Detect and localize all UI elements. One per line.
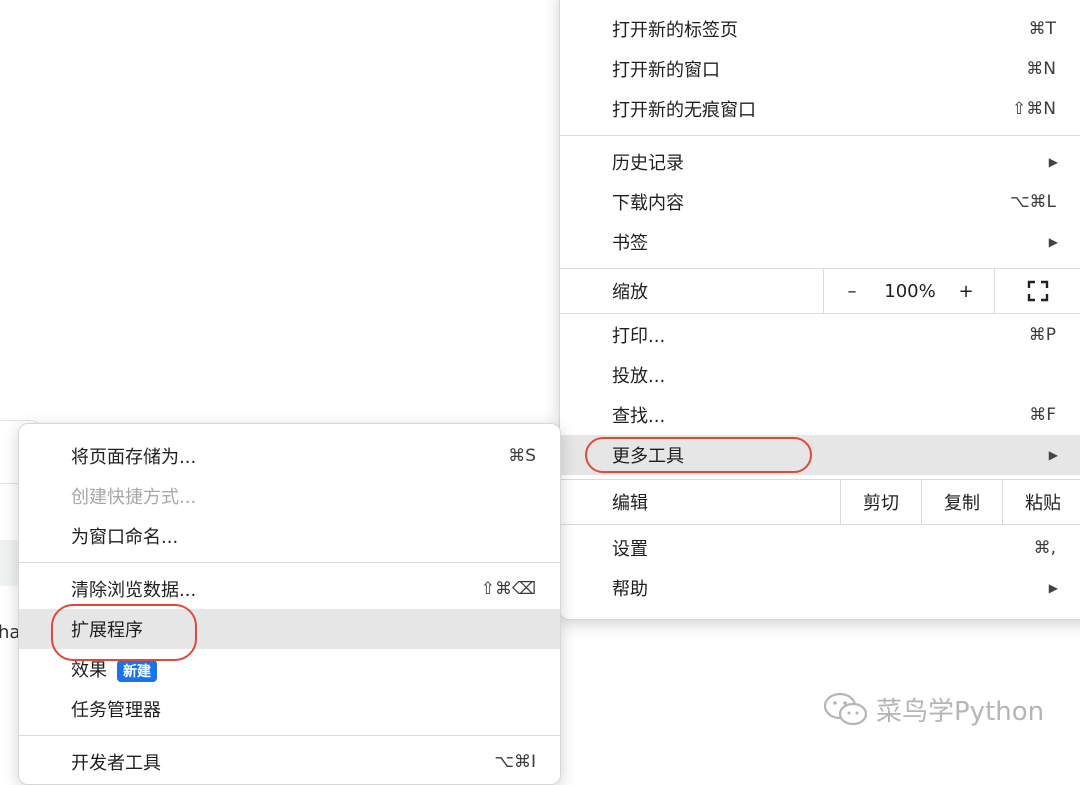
shortcut-text: ⇧⌘N [1012, 99, 1056, 119]
menu-item-downloads[interactable]: 下载内容 ⌥⌘L [560, 182, 1080, 222]
submenu-item-task-manager[interactable]: 任务管理器 [19, 689, 560, 729]
menu-divider [560, 135, 1080, 136]
menu-item-find[interactable]: 查找... ⌘F [560, 395, 1080, 435]
menu-item-label: 为窗口命名... [71, 527, 179, 548]
shortcut-text: ⌥⌘I [494, 752, 536, 772]
paste-button[interactable]: 粘贴 [1003, 480, 1080, 524]
watermark: 菜鸟学Python [822, 690, 1044, 728]
chevron-right-icon: ▶ [1048, 448, 1058, 462]
menu-item-new-incognito[interactable]: 打开新的无痕窗口 ⇧⌘N [560, 89, 1080, 129]
shortcut-text: ⌘T [1028, 19, 1056, 39]
menu-item-label: 查找... [612, 406, 666, 427]
menu-item-label: 下载内容 [612, 193, 684, 214]
watermark-text: 菜鸟学Python [876, 696, 1045, 727]
menu-item-label: 创建快捷方式... [71, 487, 197, 508]
edit-label: 编辑 [612, 493, 648, 514]
menu-item-label: 打开新的窗口 [612, 60, 720, 81]
menu-item-label: 书签 [612, 233, 648, 254]
shortcut-text: ⌘P [1028, 325, 1056, 345]
menu-item-label: 将页面存储为... [71, 447, 197, 468]
fullscreen-button[interactable] [995, 269, 1080, 313]
menu-item-label: 打开新的无痕窗口 [612, 100, 756, 121]
menu-item-label: 投放... [612, 366, 666, 387]
submenu-item-name-window[interactable]: 为窗口命名... [19, 516, 560, 556]
menu-divider [560, 313, 1080, 314]
menu-item-label: 打开新的标签页 [612, 20, 738, 41]
menu-item-label: 设置 [612, 539, 648, 560]
menu-item-help[interactable]: 帮助 ▶ [560, 568, 1080, 608]
shortcut-text: ⌘F [1029, 405, 1056, 425]
menu-item-label: 任务管理器 [71, 700, 161, 721]
highlight-oval-extensions [51, 604, 197, 661]
menu-divider [19, 735, 560, 736]
menu-item-history[interactable]: 历史记录 ▶ [560, 142, 1080, 182]
menu-item-bookmarks[interactable]: 书签 ▶ [560, 222, 1080, 262]
effects-text: 效果 [71, 660, 107, 681]
chevron-right-icon: ▶ [1048, 581, 1058, 595]
chevron-right-icon: ▶ [1048, 155, 1058, 169]
menu-divider [560, 524, 1080, 525]
shortcut-text: ⇧⌘⌫ [480, 579, 536, 599]
menu-divider [19, 562, 560, 563]
wechat-icon [823, 692, 868, 726]
fullscreen-icon [1027, 280, 1049, 302]
main-menu: 打开新的标签页 ⌘T 打开新的窗口 ⌘N 打开新的无痕窗口 ⇧⌘N 历史记录 ▶… [559, 0, 1080, 620]
menu-item-new-tab[interactable]: 打开新的标签页 ⌘T [560, 9, 1080, 49]
submenu-item-dev-tools[interactable]: 开发者工具 ⌥⌘I [19, 742, 560, 782]
menu-item-label: 打印... [612, 326, 666, 347]
highlight-oval-more-tools [585, 437, 812, 473]
menu-item-new-window[interactable]: 打开新的窗口 ⌘N [560, 49, 1080, 89]
menu-item-label: 清除浏览数据... [71, 580, 197, 601]
menu-item-label: 开发者工具 [71, 753, 161, 774]
shortcut-text: ⌥⌘L [1009, 192, 1056, 212]
copy-button[interactable]: 复制 [922, 480, 1002, 524]
shortcut-text: ⌘S [508, 446, 536, 466]
menu-item-label: 帮助 [612, 579, 648, 600]
zoom-in-button[interactable]: + [938, 269, 994, 313]
new-badge: 新建 [117, 660, 157, 682]
zoom-label: 缩放 [612, 282, 648, 303]
shortcut-text: ⌘, [1033, 538, 1056, 558]
menu-item-label: 历史记录 [612, 153, 684, 174]
menu-item-print[interactable]: 打印... ⌘P [560, 315, 1080, 355]
cut-button[interactable]: 剪切 [841, 480, 921, 524]
shortcut-text: ⌘N [1026, 59, 1056, 79]
submenu-item-create-shortcut: 创建快捷方式... [19, 476, 560, 516]
submenu-item-clear-data[interactable]: 清除浏览数据... ⇧⌘⌫ [19, 569, 560, 609]
menu-item-cast[interactable]: 投放... [560, 355, 1080, 395]
menu-item-settings[interactable]: 设置 ⌘, [560, 528, 1080, 568]
chevron-right-icon: ▶ [1048, 235, 1058, 249]
submenu-item-save-page[interactable]: 将页面存储为... ⌘S [19, 436, 560, 476]
